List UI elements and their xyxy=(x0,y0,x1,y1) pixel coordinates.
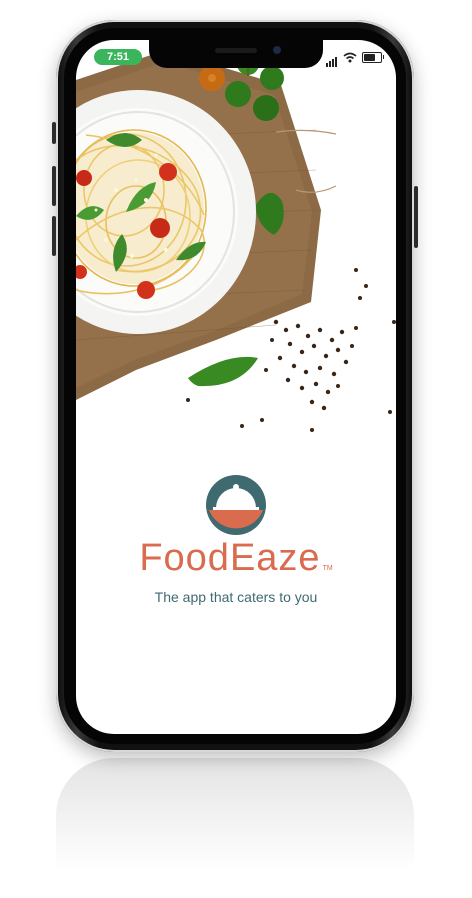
app-screen: 7:51 FoodEaze TM The app that caters to y… xyxy=(76,40,396,734)
volume-down-button xyxy=(52,216,56,256)
trademark: TM xyxy=(322,565,333,572)
wifi-icon xyxy=(343,52,357,62)
cellular-signal-icon xyxy=(326,48,338,67)
speaker-grille xyxy=(215,48,257,53)
volume-up-button xyxy=(52,166,56,206)
power-button xyxy=(414,186,418,248)
app-logo xyxy=(76,474,396,536)
notch xyxy=(149,40,323,68)
front-camera xyxy=(273,46,281,54)
phone-reflection xyxy=(56,758,414,898)
status-time[interactable]: 7:51 xyxy=(94,49,142,65)
hero-food-image xyxy=(76,40,396,432)
mute-switch xyxy=(52,122,56,144)
serving-cloche-icon xyxy=(206,475,266,535)
battery-icon xyxy=(362,51,384,63)
tagline: The app that caters to you xyxy=(154,589,318,605)
brand-wordmark: FoodEaze TM xyxy=(76,537,396,580)
status-icons xyxy=(326,51,384,67)
brand-name: FoodEaze xyxy=(139,537,321,579)
